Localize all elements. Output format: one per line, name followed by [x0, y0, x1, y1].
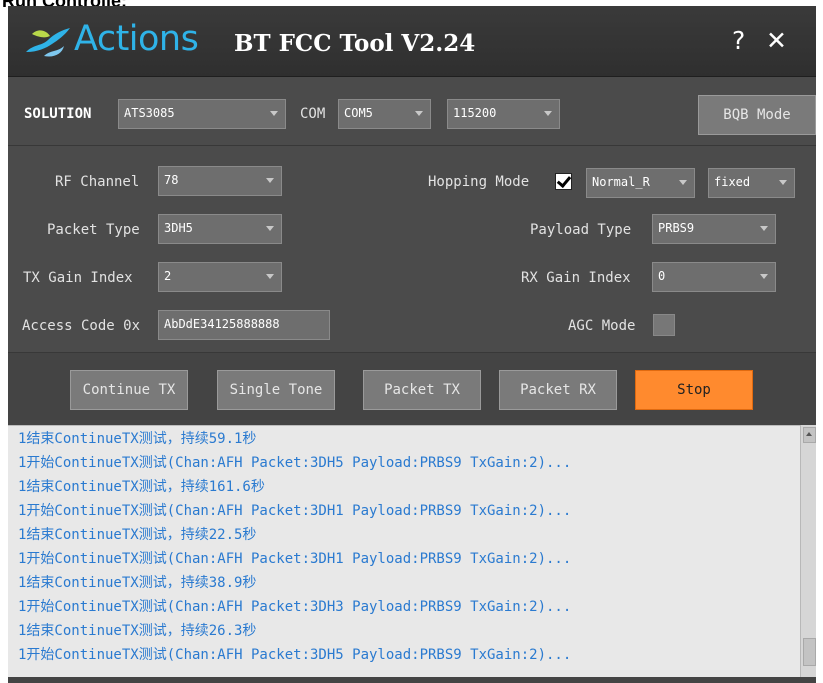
payload-type-label: Payload Type	[530, 222, 632, 238]
log-line: 1开始ContinueTX测试(Chan:AFH Packet:3DH5 Pay…	[18, 647, 572, 663]
single-tone-button[interactable]: Single Tone	[217, 370, 335, 410]
tx-gain-value: 2	[164, 269, 172, 283]
hopping-mode-checkbox[interactable]	[555, 172, 572, 190]
log-line: 1结束ContinueTX测试，持续161.6秒	[18, 479, 265, 495]
log-line: 1开始ContinueTX测试(Chan:AFH Packet:3DH3 Pay…	[18, 599, 572, 615]
bqb-mode-button[interactable]: BQB Mode	[698, 95, 816, 135]
hopping-fixed-value: fixed	[714, 175, 751, 189]
baud-select[interactable]: 115200	[447, 99, 560, 129]
checkmark-icon	[556, 172, 572, 189]
chevron-down-icon	[415, 111, 423, 116]
log-line: 1结束ContinueTX测试，持续26.3秒	[18, 623, 257, 639]
rx-gain-select[interactable]: 0	[652, 262, 776, 292]
window-bottom-border	[8, 677, 816, 683]
solution-label: SOLUTION	[24, 106, 92, 122]
access-code-label: Access Code 0x	[22, 318, 141, 334]
scroll-up-icon[interactable]	[803, 427, 816, 443]
log-line: 1开始ContinueTX测试(Chan:AFH Packet:3DH1 Pay…	[18, 551, 572, 567]
chevron-down-icon	[266, 226, 274, 231]
chevron-down-icon	[266, 274, 274, 279]
chevron-down-icon	[679, 180, 687, 185]
log-scrollbar[interactable]	[800, 425, 816, 677]
brand-name: Actions	[74, 19, 199, 59]
title-bar: Actions BT FCC Tool V2.24 ? ✕	[8, 6, 816, 77]
log-line: 1开始ContinueTX测试(Chan:AFH Packet:3DH1 Pay…	[18, 503, 572, 519]
log-line: 1结束ContinueTX测试，持续38.9秒	[18, 575, 257, 591]
solution-value: ATS3085	[124, 106, 175, 120]
payload-type-value: PRBS9	[658, 221, 695, 235]
rf-channel-label: RF Channel	[55, 174, 140, 190]
solution-section: SOLUTION ATS3085 COM COM5 115200 BQB Mod…	[8, 77, 816, 146]
chevron-down-icon	[779, 180, 787, 185]
payload-type-select[interactable]: PRBS9	[652, 214, 776, 244]
app-title: BT FCC Tool V2.24	[234, 30, 476, 57]
baud-value: 115200	[453, 106, 497, 120]
packet-type-value: 3DH5	[164, 221, 193, 235]
hopping-mode-label: Hopping Mode	[428, 174, 530, 190]
access-code-value: AbDdE34125888888	[164, 317, 280, 331]
chevron-down-icon	[270, 111, 278, 116]
com-label: COM	[300, 106, 326, 122]
app-window: Actions BT FCC Tool V2.24 ? ✕ SOLUTION A…	[8, 6, 816, 683]
log-line: 1结束ContinueTX测试，持续22.5秒	[18, 527, 257, 543]
chevron-down-icon	[760, 274, 768, 279]
hopping-fixed-select[interactable]: fixed	[708, 168, 795, 198]
packet-type-select[interactable]: 3DH5	[158, 214, 282, 244]
rx-gain-value: 0	[658, 269, 666, 283]
chevron-down-icon	[266, 178, 274, 183]
packet-tx-button[interactable]: Packet TX	[363, 370, 481, 410]
action-buttons: Continue TX Single Tone Packet TX Packet…	[8, 353, 816, 423]
help-button[interactable]: ?	[732, 26, 745, 56]
chevron-down-icon	[544, 111, 552, 116]
chevron-down-icon	[760, 226, 768, 231]
rf-channel-value: 78	[164, 173, 179, 187]
packet-rx-button[interactable]: Packet RX	[499, 370, 617, 410]
actions-logo-icon	[26, 28, 70, 57]
hopping-type-value: Normal_R	[592, 175, 650, 189]
agc-mode-checkbox[interactable]	[653, 314, 675, 336]
tx-gain-select[interactable]: 2	[158, 262, 282, 292]
rf-channel-select[interactable]: 78	[158, 166, 282, 196]
parameters-section: RF Channel 78 Hopping Mode Normal_R fixe…	[8, 146, 816, 353]
log-line: 1开始ContinueTX测试(Chan:AFH Packet:3DH5 Pay…	[18, 455, 572, 471]
log-line: 1结束ContinueTX测试，持续59.1秒	[18, 431, 257, 447]
packet-type-label: Packet Type	[47, 222, 140, 238]
rx-gain-label: RX Gain Index	[521, 270, 631, 286]
hopping-type-select[interactable]: Normal_R	[586, 168, 695, 198]
tx-gain-label: TX Gain Index	[23, 270, 133, 286]
solution-select[interactable]: ATS3085	[118, 99, 286, 129]
stop-button[interactable]: Stop	[635, 370, 753, 410]
agc-mode-label: AGC Mode	[568, 318, 636, 334]
log-output[interactable]: 1结束ContinueTX测试，持续59.1秒 1开始ContinueTX测试(…	[8, 425, 800, 678]
close-button[interactable]: ✕	[766, 26, 787, 56]
access-code-input[interactable]: AbDdE34125888888	[158, 310, 330, 340]
com-select[interactable]: COM5	[338, 99, 431, 129]
continue-tx-button[interactable]: Continue TX	[70, 370, 188, 410]
scroll-thumb[interactable]	[803, 638, 816, 666]
com-value: COM5	[344, 106, 373, 120]
